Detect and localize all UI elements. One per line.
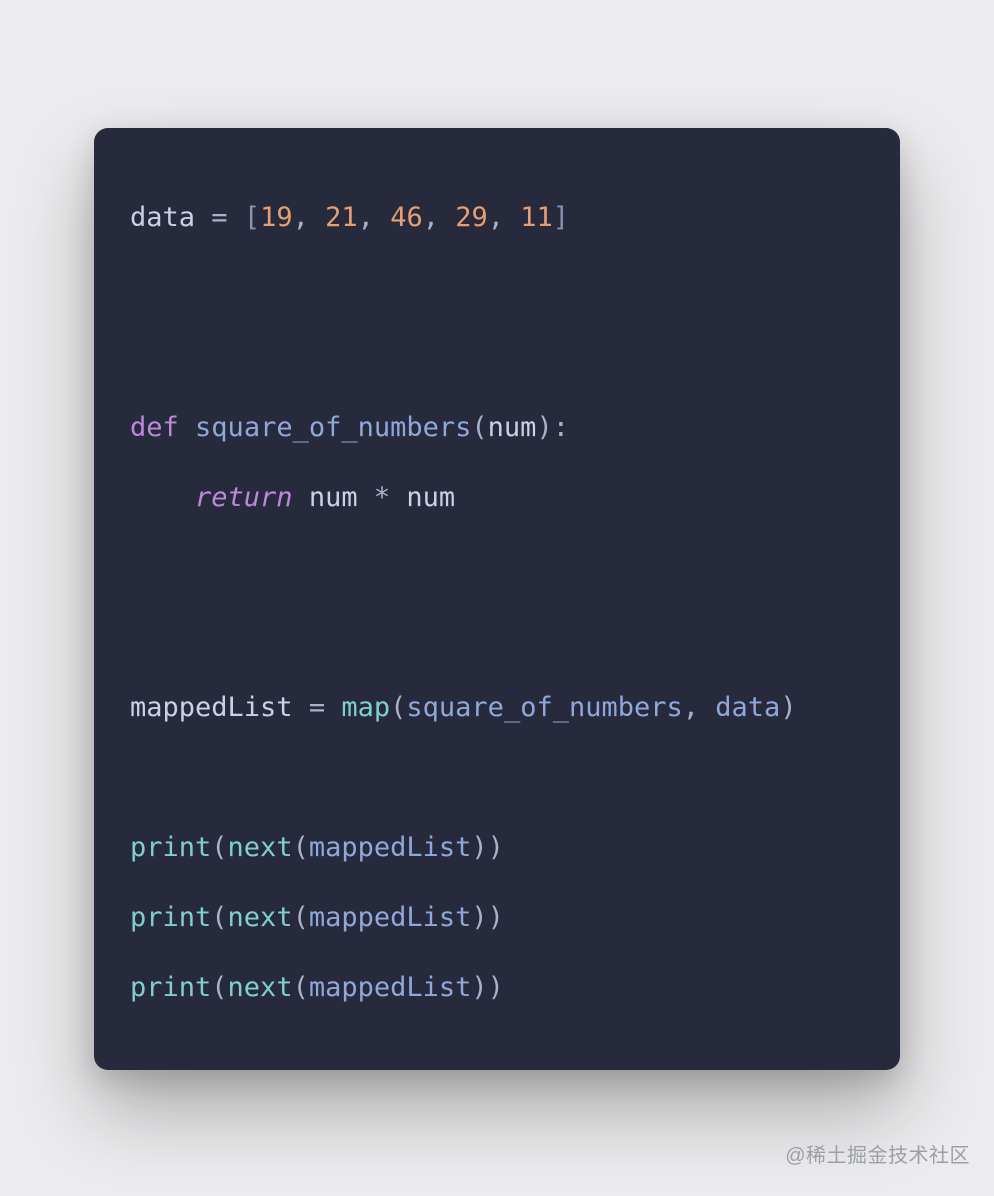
code-block: data = [19, 21, 46, 29, 11] def square_o… xyxy=(130,184,864,1024)
watermark-text: @稀土掘金技术社区 xyxy=(785,1139,970,1168)
code-card: data = [19, 21, 46, 29, 11] def square_o… xyxy=(94,128,900,1070)
code-content: data = [19, 21, 46, 29, 11] def square_o… xyxy=(130,202,797,1003)
